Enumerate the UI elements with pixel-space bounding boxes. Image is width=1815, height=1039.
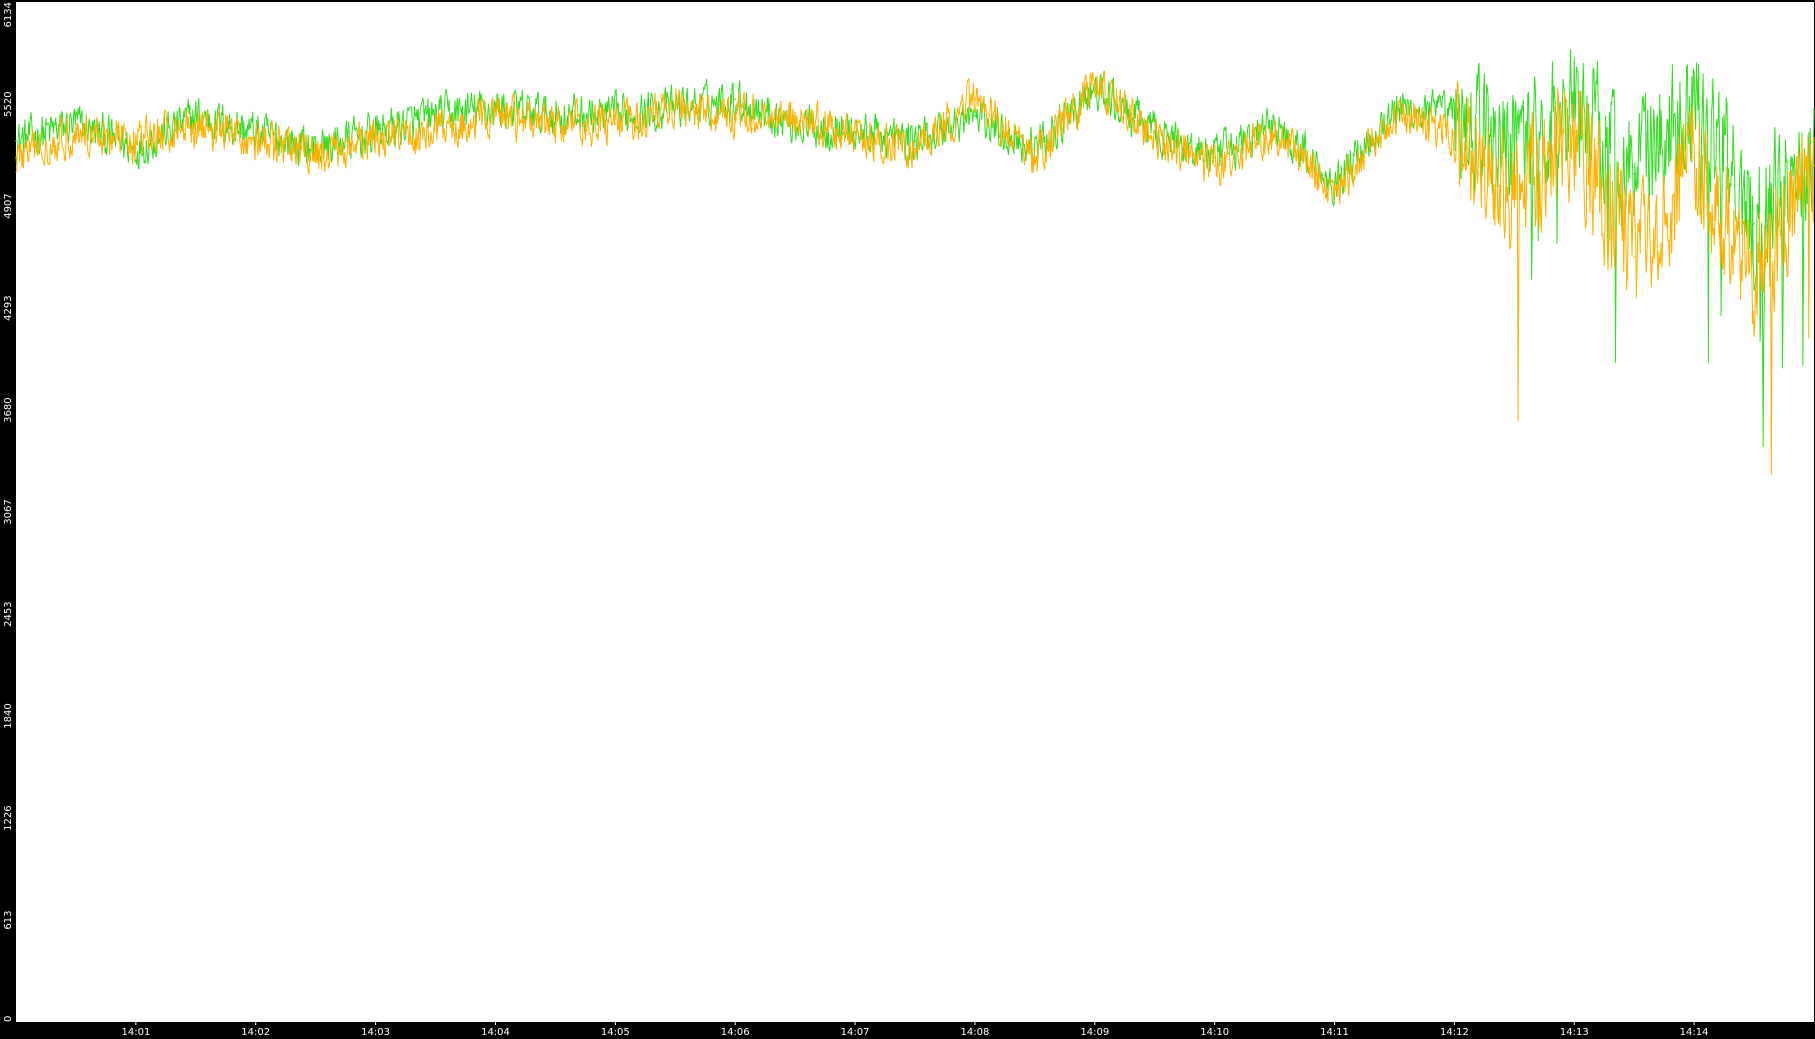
x-tick-label: 14:04 [481,1027,510,1038]
series-point [614,123,617,125]
series-point [15,139,17,142]
y-tick-label: 6134 [3,2,14,27]
y-tick-label: 2453 [3,601,14,626]
series-point [1453,114,1456,117]
x-tick-label: 14:12 [1440,1027,1469,1038]
series-point [1513,189,1516,192]
series-point [734,98,736,100]
series-point [1573,131,1576,134]
series-point [974,98,976,100]
series-point [1693,156,1695,159]
series-point [1693,90,1695,92]
series-point [1453,131,1456,134]
series-point [75,123,77,125]
series-point [195,123,197,125]
series-point [195,114,197,117]
y-tick-label: 613 [3,911,14,930]
series-point [674,106,677,109]
series-point [1393,114,1396,117]
series-point [75,131,77,134]
x-tick-label: 14:11 [1320,1027,1349,1038]
series-point [1034,156,1036,159]
y-tick-label: 1226 [3,805,14,830]
x-tick-label: 14:02 [241,1027,270,1038]
series-point [135,139,137,142]
series-point [1633,173,1635,175]
series-point [974,114,976,117]
series-point [1573,98,1576,100]
series-point [374,139,377,142]
series-point [1333,181,1336,184]
x-tick-label: 14:10 [1200,1027,1229,1038]
series-point [554,123,557,125]
x-tick-label: 14:08 [960,1027,989,1038]
x-tick-label: 14:13 [1560,1027,1589,1038]
line-chart: 0 613 1226 1840 2453 3067 3680 4293 4907 5520 6134… [0,0,1815,1039]
series-point [15,156,17,159]
series-point [1633,256,1635,258]
x-tick-label: 14:07 [841,1027,870,1038]
x-tick-label: 14:14 [1680,1027,1709,1038]
series-point [794,114,796,117]
series-point [1333,189,1336,192]
y-tick-label: 1840 [3,703,14,728]
y-tick-label: 4293 [3,295,14,320]
x-tick-label: 14:01 [121,1027,150,1038]
series-point [434,131,437,134]
series-point [1094,81,1096,84]
series-point [494,114,497,117]
series-point [1753,223,1755,225]
series-point [1753,272,1755,275]
series-point [1513,148,1516,150]
series-point [1213,164,1216,167]
series-point [1153,139,1156,142]
series-point [734,114,736,117]
x-tick-label: 14:09 [1080,1027,1109,1038]
series-point [554,114,557,117]
y-tick-label: 5520 [3,91,14,116]
series-point [1273,131,1276,134]
y-tick-label: 0 [3,1016,14,1022]
y-tick-label: 3067 [3,499,14,524]
series-point [254,139,257,142]
series-point [314,156,317,159]
x-tick-label: 14:05 [601,1027,630,1038]
series-point [914,148,916,150]
series-point [854,139,856,142]
chart-root: 0 613 1226 1840 2453 3067 3680 4293 4907 5520 6134… [0,0,1815,1039]
x-tick-label: 14:03 [361,1027,390,1038]
x-tick-label: 14:06 [721,1027,750,1038]
y-tick-label: 3680 [3,397,14,422]
y-tick-label: 4907 [3,193,14,218]
series-point [914,139,916,142]
